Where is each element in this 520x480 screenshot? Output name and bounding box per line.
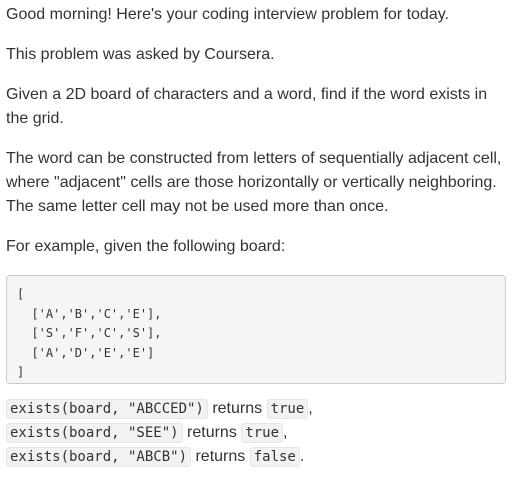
example-result-code: false [249, 447, 300, 467]
example-result-code: true [241, 423, 283, 443]
returns-text: returns [195, 448, 246, 465]
punctuation: , [308, 400, 313, 417]
punctuation: , [283, 424, 288, 441]
example-call-code: exists(board, "ABCB") [6, 447, 192, 467]
board-code-block: [ ['A','B','C','E'], ['S','F','C','S'], … [6, 275, 506, 384]
example-result-line: exists(board, "ABCB") returns false. [6, 445, 304, 469]
example-call-code: exists(board, "SEE") [6, 423, 183, 443]
board-row: ['A','B','C','E'], [17, 306, 162, 321]
returns-text: returns [212, 400, 263, 417]
example-result-code: true [266, 399, 309, 419]
problem-rules: The word can be constructed from letters… [6, 150, 502, 215]
greeting-text: Good morning! Here's your coding intervi… [6, 6, 449, 23]
example-result-line: exists(board, "ABCCED") returns true, [6, 397, 313, 421]
board-row: ['S','F','C','S'], [17, 326, 162, 340]
example-intro: For example, given the following board: [6, 238, 286, 255]
asked-by-text: This problem was asked by Coursera. [6, 46, 275, 63]
example-call-code: exists(board, "ABCCED") [6, 399, 208, 419]
board-close-bracket: ] [17, 365, 25, 379]
returns-text: returns [187, 424, 237, 441]
punctuation: . [299, 448, 305, 465]
problem-statement: Given a 2D board of characters and a wor… [6, 86, 488, 127]
example-result-line: exists(board, "SEE") returns true, [6, 421, 287, 445]
board-row: ['A','D','E','E'] [17, 345, 155, 360]
board-open-bracket: [ [17, 287, 25, 301]
problem-page: Good morning! Here's your coding intervi… [0, 0, 520, 480]
